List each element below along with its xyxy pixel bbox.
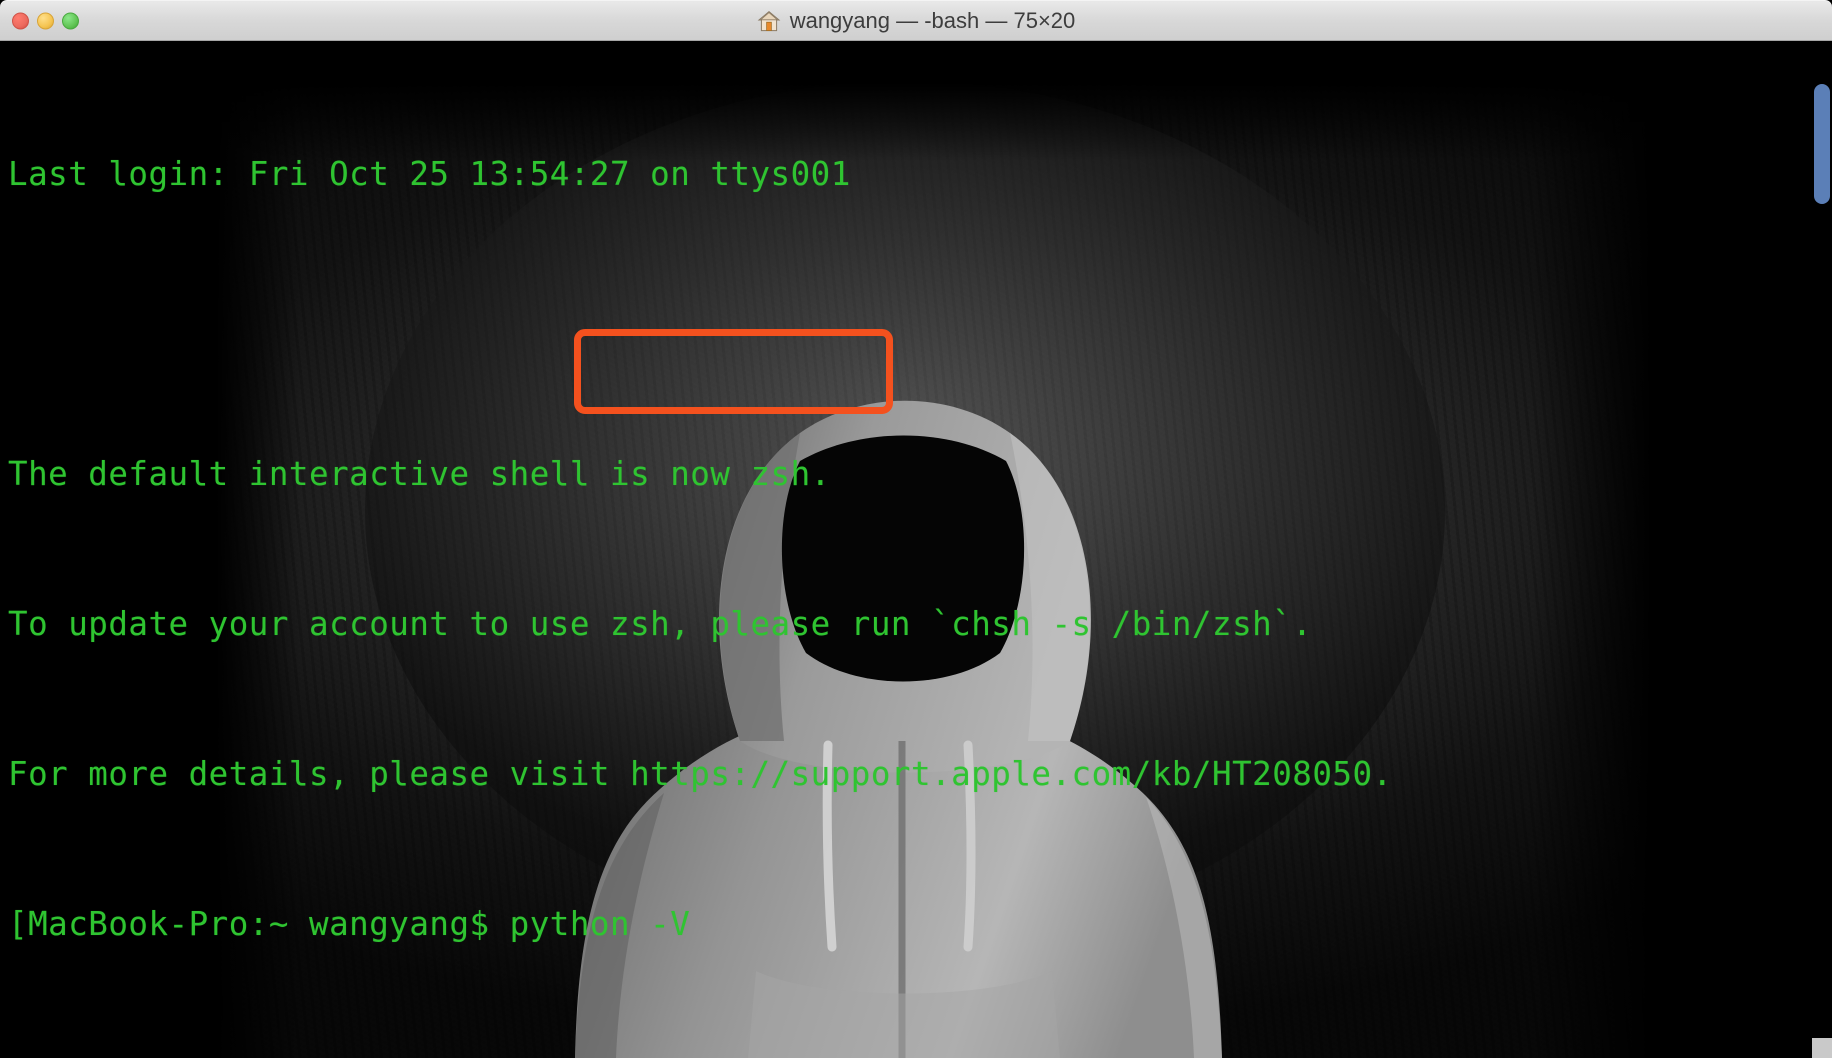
window-traffic-lights	[12, 12, 79, 29]
terminal-scrollbar[interactable]	[1812, 82, 1832, 1058]
resize-grip[interactable]	[1812, 1038, 1832, 1058]
terminal-window: wangyang — -bash — 75×20 Last login: Fri…	[0, 0, 1832, 1058]
terminal-line: For more details, please visit https://s…	[8, 755, 1393, 793]
zoom-button[interactable]	[62, 12, 79, 29]
terminal-text[interactable]: Last login: Fri Oct 25 13:54:27 on ttys0…	[0, 41, 1832, 1058]
terminal-command-line: [MacBook-Pro:~ wangyang$ python -V	[8, 905, 691, 943]
terminal-line: Last login: Fri Oct 25 13:54:27 on ttys0…	[8, 155, 851, 193]
minimize-button[interactable]	[37, 12, 54, 29]
home-icon	[757, 10, 781, 31]
window-titlebar[interactable]: wangyang — -bash — 75×20	[0, 0, 1832, 41]
terminal-line: The default interactive shell is now zsh…	[8, 455, 831, 493]
window-title: wangyang — -bash — 75×20	[789, 7, 1076, 33]
scrollbar-thumb[interactable]	[1814, 84, 1830, 204]
terminal-line: To update your account to use zsh, pleas…	[8, 605, 1313, 643]
close-button[interactable]	[12, 12, 29, 29]
terminal-content[interactable]: Last login: Fri Oct 25 13:54:27 on ttys0…	[0, 41, 1832, 1058]
terminal-output-line: Python 3.7.4	[8, 1049, 1832, 1058]
window-title-group: wangyang — -bash — 75×20	[0, 1, 1832, 40]
